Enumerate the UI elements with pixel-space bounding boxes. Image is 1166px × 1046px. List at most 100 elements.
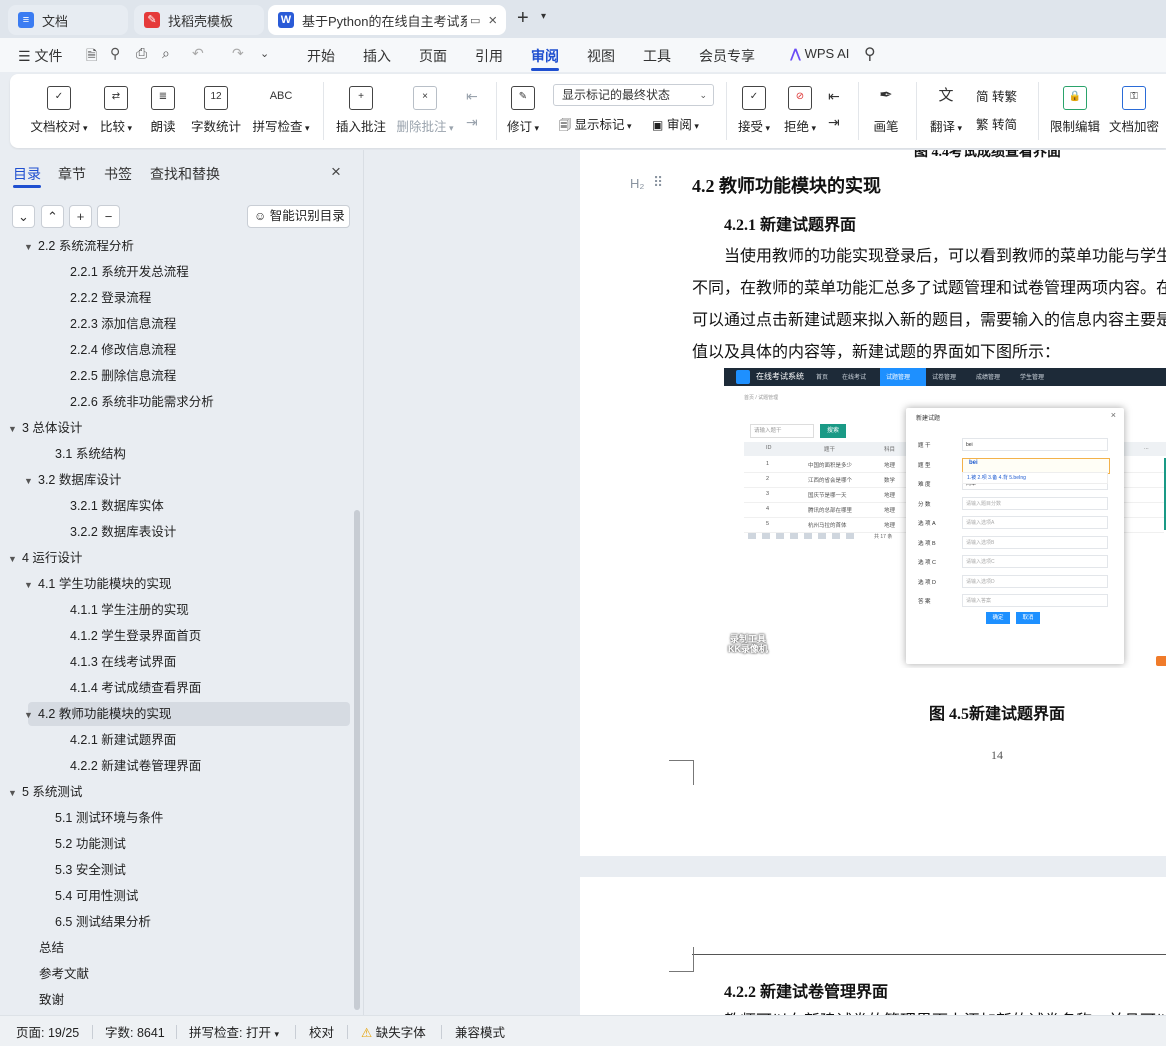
- menu-member[interactable]: 会员专享: [699, 46, 755, 66]
- expand-up-button[interactable]: ⌃: [41, 205, 64, 228]
- expand-caret-icon[interactable]: ▼: [24, 573, 38, 597]
- expand-caret-icon[interactable]: ▼: [8, 547, 22, 571]
- review-pane-button[interactable]: ▣ 审阅 ▾: [652, 114, 699, 133]
- tab-current-document[interactable]: W 基于Python的在线自主考试系 ▭ ×: [268, 5, 506, 35]
- outline-item[interactable]: 4.1.3 在线考试界面: [70, 650, 176, 674]
- outline-item[interactable]: 6.5 测试结果分析: [55, 910, 151, 934]
- nav-tab-chapter[interactable]: 章节: [58, 164, 86, 184]
- outline-item[interactable]: 4.2.2 新建试卷管理界面: [70, 754, 201, 778]
- print-icon[interactable]: ⎙: [136, 45, 147, 62]
- display-mode-select[interactable]: 显示标记的最终状态 ⌄: [553, 84, 714, 106]
- menu-page[interactable]: 页面: [419, 46, 447, 66]
- menu-view[interactable]: 视图: [587, 46, 615, 66]
- menu-reference[interactable]: 引用: [475, 46, 503, 66]
- close-tab-icon[interactable]: ×: [488, 12, 497, 29]
- spell-check-button[interactable]: ABC 拼写检查 ▾: [250, 86, 312, 135]
- outline-item[interactable]: ▼ 3.2 数据库设计: [24, 468, 121, 492]
- outline-item[interactable]: 3.1 系统结构: [55, 442, 126, 466]
- expand-caret-icon[interactable]: ▼: [8, 781, 22, 805]
- outline-item[interactable]: 4.2.1 新建试题界面: [70, 728, 176, 752]
- nav-tab-find-replace[interactable]: 查找和替换: [150, 164, 220, 184]
- menu-start[interactable]: 开始: [307, 46, 335, 66]
- to-traditional-button[interactable]: 简 转繁: [976, 86, 1017, 105]
- outline-item[interactable]: 5.3 安全测试: [55, 858, 126, 882]
- nav-tab-bookmark[interactable]: 书签: [104, 164, 132, 184]
- outline-item[interactable]: 4.1.4 考试成绩查看界面: [70, 676, 201, 700]
- outline-item[interactable]: 2.2.4 修改信息流程: [70, 338, 176, 362]
- smart-toc-button[interactable]: ☺ 智能识别目录: [247, 205, 350, 228]
- expand-caret-icon[interactable]: ▼: [24, 240, 38, 259]
- more-chevron-icon[interactable]: ⌄: [260, 47, 269, 60]
- outline-item[interactable]: 参考文献: [39, 962, 89, 986]
- accept-button[interactable]: ✓ 接受 ▾: [734, 86, 774, 135]
- status-proof[interactable]: 校对: [309, 1022, 334, 1041]
- outline-item[interactable]: 2.2.6 系统非功能需求分析: [70, 390, 214, 414]
- nav-tab-toc[interactable]: 目录: [13, 164, 41, 184]
- prev-comment-icon[interactable]: ⇤: [466, 88, 478, 105]
- delete-comment-button[interactable]: × 删除批注 ▾: [394, 86, 456, 135]
- redo-icon[interactable]: ↷: [232, 45, 244, 62]
- menu-tools[interactable]: 工具: [643, 46, 671, 66]
- expand-caret-icon[interactable]: ▼: [24, 469, 38, 493]
- undo-icon[interactable]: ↶: [192, 45, 204, 62]
- insert-comment-button[interactable]: + 插入批注: [334, 86, 388, 135]
- remove-heading-button[interactable]: −: [97, 205, 120, 228]
- outline-item[interactable]: 2.2.2 登录流程: [70, 286, 151, 310]
- track-changes-button[interactable]: ✎ 修订 ▾: [504, 86, 542, 135]
- save-icon[interactable]: 🗎: [86, 45, 97, 69]
- figure-screenshot[interactable]: 在线考试系统 首页 在线考试 试题管理 试卷管理 成绩管理 学生管理 首页 / …: [724, 368, 1166, 668]
- outline-item[interactable]: ▼ 4 运行设计: [8, 546, 82, 570]
- outline-item[interactable]: 3.2.2 数据库表设计: [70, 520, 176, 544]
- doc-encrypt-button[interactable]: ⚿ 文档加密: [1106, 86, 1162, 135]
- compare-button[interactable]: ⇄ 比较 ▾: [96, 86, 136, 135]
- pen-button[interactable]: ✒ 画笔: [868, 86, 904, 135]
- wps-ai-button[interactable]: ⋀ WPS AI: [790, 46, 849, 62]
- close-pane-icon[interactable]: ×: [331, 162, 341, 182]
- word-count-button[interactable]: 12 字数统计: [188, 86, 244, 135]
- status-word-count[interactable]: 字数: 8641: [105, 1022, 165, 1041]
- read-aloud-button[interactable]: ≣ 朗读: [144, 86, 182, 135]
- outline-item[interactable]: 5.4 可用性测试: [55, 884, 138, 908]
- heading-level-marker[interactable]: H₂: [630, 176, 644, 191]
- add-heading-button[interactable]: +: [69, 205, 92, 228]
- menu-file[interactable]: ☰ 文件: [18, 46, 62, 66]
- drag-handle-icon[interactable]: ⠿: [653, 174, 663, 191]
- outline-item[interactable]: 2.2.5 删除信息流程: [70, 364, 176, 388]
- search-icon[interactable]: ⚲: [864, 44, 876, 64]
- menu-review[interactable]: 审阅: [531, 46, 559, 66]
- outline-item[interactable]: ▼ 2.2 系统流程分析: [24, 240, 134, 258]
- share-icon[interactable]: ⚲: [110, 45, 120, 62]
- print-preview-icon[interactable]: ⌕: [162, 45, 170, 62]
- status-page[interactable]: 页面: 19/25: [16, 1022, 79, 1041]
- prev-change-icon[interactable]: ⇤: [828, 88, 840, 105]
- outline-item[interactable]: ▼ 4.1 学生功能模块的实现: [24, 572, 171, 596]
- outline-item[interactable]: 5.1 测试环境与条件: [55, 806, 163, 830]
- outline-item[interactable]: 5.2 功能测试: [55, 832, 126, 856]
- collapse-all-button[interactable]: ⌄: [12, 205, 35, 228]
- show-markup-button[interactable]: 🗐 显示标记 ▾: [559, 114, 632, 137]
- outline-item[interactable]: 3.2.1 数据库实体: [70, 494, 164, 518]
- monitor-icon[interactable]: ▭: [470, 14, 480, 27]
- chevron-down-icon[interactable]: ▾: [541, 11, 546, 22]
- outline-item[interactable]: 2.2.1 系统开发总流程: [70, 260, 189, 284]
- reject-button[interactable]: ⊘ 拒绝 ▾: [780, 86, 820, 135]
- outline-item[interactable]: ▼ 5 系统测试: [8, 780, 82, 804]
- new-tab-icon[interactable]: +: [517, 7, 529, 30]
- outline-item[interactable]: 致谢: [39, 988, 64, 1010]
- menu-insert[interactable]: 插入: [363, 46, 391, 66]
- expand-caret-icon[interactable]: ▼: [24, 703, 38, 727]
- outline-item[interactable]: 总结: [39, 936, 64, 960]
- tab-docer[interactable]: ✎ 找稻壳模板: [134, 5, 264, 35]
- outline-scrollbar[interactable]: [354, 510, 360, 1010]
- restrict-edit-button[interactable]: 🔒 限制编辑: [1046, 86, 1104, 135]
- expand-caret-icon[interactable]: ▼: [8, 417, 22, 441]
- outline-item[interactable]: 2.2.3 添加信息流程: [70, 312, 176, 336]
- outline-item[interactable]: ▼ 4.2 教师功能模块的实现: [24, 702, 171, 726]
- next-change-icon[interactable]: ⇥: [828, 114, 840, 131]
- tab-docs[interactable]: ≡ 文档: [8, 5, 128, 35]
- status-missing-font[interactable]: ⚠ 缺失字体: [361, 1022, 426, 1041]
- translate-button[interactable]: 文翻译 ▾: [924, 86, 968, 135]
- to-simplified-button[interactable]: 繁 转简: [976, 114, 1017, 133]
- outline-item[interactable]: ▼ 3 总体设计: [8, 416, 82, 440]
- status-spell-check[interactable]: 拼写检查: 打开 ▾: [189, 1022, 279, 1041]
